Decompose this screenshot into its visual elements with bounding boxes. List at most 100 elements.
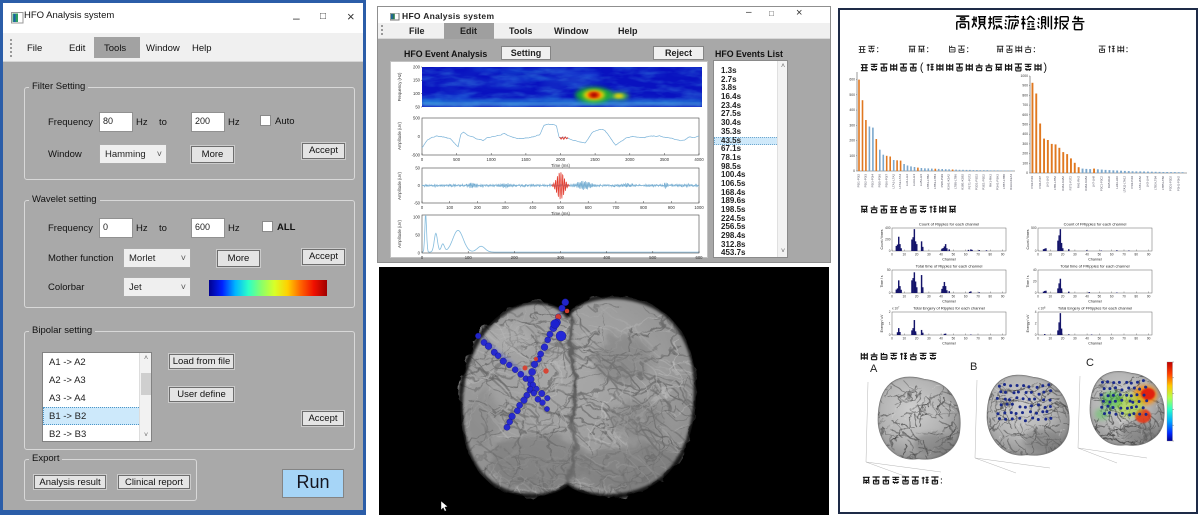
svg-text:LH5-LH6: LH5-LH6 — [919, 174, 923, 186]
svg-text:20: 20 — [1061, 253, 1065, 257]
svg-text:200: 200 — [1022, 152, 1028, 156]
svg-text:LTB5-LTB6: LTB5-LTB6 — [1161, 176, 1165, 190]
svg-text:Total time of Ripples for each: Total time of Ripples for each channel — [916, 264, 983, 269]
svg-text:70: 70 — [1122, 337, 1126, 341]
svg-text:Channel: Channel — [1088, 258, 1102, 262]
svg-text:Amplitude (uV): Amplitude (uV) — [397, 220, 402, 248]
svg-text:P3I3-P3I4: P3I3-P3I4 — [1130, 176, 1134, 189]
svg-text:400: 400 — [885, 226, 891, 230]
svg-text:100: 100 — [465, 255, 473, 259]
svg-text:80: 80 — [989, 295, 993, 299]
svg-text:20: 20 — [915, 337, 919, 341]
svg-text:40: 40 — [1085, 295, 1089, 299]
svg-text:P3I2-P3I3: P3I2-P3I3 — [864, 174, 868, 188]
svg-text:50: 50 — [415, 232, 420, 237]
svg-text:300: 300 — [502, 205, 510, 210]
svg-text:200: 200 — [474, 205, 482, 210]
svg-text:80: 80 — [1135, 253, 1139, 257]
svg-text:50: 50 — [952, 295, 956, 299]
svg-text:Channel: Channel — [1088, 300, 1102, 304]
svg-text:Time / s: Time / s — [880, 275, 884, 287]
svg-text:10: 10 — [1049, 253, 1053, 257]
svg-text:60: 60 — [1110, 253, 1114, 257]
svg-text:90: 90 — [1147, 337, 1151, 341]
svg-text:20: 20 — [1061, 337, 1065, 341]
svg-text:100: 100 — [849, 154, 855, 158]
svg-text:100: 100 — [1022, 161, 1028, 165]
svg-text:40: 40 — [939, 253, 943, 257]
svg-text:LH3-LH4: LH3-LH4 — [1146, 176, 1150, 188]
svg-text:Count of FRipples for each cha: Count of FRipples for each channel — [1064, 222, 1127, 227]
svg-text:x 108: x 108 — [1038, 307, 1046, 311]
svg-text:-50: -50 — [414, 201, 421, 206]
svg-text:500: 500 — [413, 116, 421, 121]
svg-text:300: 300 — [1022, 142, 1028, 146]
svg-text:LH1-LH2: LH1-LH2 — [905, 174, 909, 186]
svg-text:30: 30 — [1073, 253, 1077, 257]
svg-text:0: 0 — [1026, 171, 1028, 175]
svg-text:500: 500 — [1031, 226, 1037, 230]
svg-text:Channel: Channel — [942, 258, 956, 262]
svg-text:P3I1-P3I2: P3I1-P3I2 — [857, 174, 861, 188]
svg-text:LTB7-LTB8: LTB7-LTB8 — [1002, 174, 1006, 189]
svg-text:60: 60 — [1110, 337, 1114, 341]
svg-text:60: 60 — [964, 253, 968, 257]
svg-text:100: 100 — [413, 214, 421, 219]
svg-text:0: 0 — [891, 253, 893, 257]
svg-text:10: 10 — [1049, 295, 1053, 299]
svg-text:30: 30 — [927, 337, 931, 341]
svg-text:600: 600 — [849, 78, 855, 82]
svg-text:LH3-LH4: LH3-LH4 — [912, 174, 916, 186]
svg-text:K3A1-K3A2: K3A1-K3A2 — [947, 174, 951, 190]
svg-text:3500: 3500 — [660, 157, 670, 162]
svg-text:50: 50 — [1098, 337, 1102, 341]
svg-text:4000: 4000 — [694, 157, 704, 162]
svg-text:300: 300 — [849, 123, 855, 127]
svg-text:P3I8-P3I9: P3I8-P3I9 — [940, 174, 944, 188]
svg-text:500: 500 — [649, 255, 657, 259]
svg-text:70: 70 — [1122, 295, 1126, 299]
svg-text:K3A1-K3A2: K3A1-K3A2 — [1061, 176, 1065, 191]
svg-text:LTB1-LTB2: LTB1-LTB2 — [926, 174, 930, 189]
svg-text:Time (ms): Time (ms) — [551, 163, 570, 168]
svg-text:400: 400 — [849, 108, 855, 112]
svg-text:50: 50 — [415, 105, 420, 110]
svg-text:50: 50 — [1098, 253, 1102, 257]
svg-text:Total Engery of FRipples for e: Total Engery of FRipples for each channe… — [1058, 306, 1132, 311]
svg-text:LTB1-LTB2: LTB1-LTB2 — [1053, 176, 1057, 190]
svg-text:900: 900 — [668, 205, 676, 210]
svg-text:Amplitude (uV): Amplitude (uV) — [397, 122, 402, 150]
svg-text:2000: 2000 — [556, 157, 566, 162]
svg-text:0: 0 — [891, 337, 893, 341]
svg-text:10: 10 — [903, 337, 907, 341]
svg-text:2: 2 — [889, 310, 891, 314]
svg-text:40: 40 — [939, 337, 943, 341]
svg-text:200: 200 — [885, 238, 891, 242]
svg-text:0: 0 — [421, 205, 424, 210]
svg-text:3000: 3000 — [625, 157, 635, 162]
svg-text:1000: 1000 — [694, 205, 704, 210]
svg-text:C: C — [1086, 357, 1094, 369]
svg-text:70: 70 — [976, 295, 980, 299]
svg-text:60: 60 — [964, 295, 968, 299]
svg-text:1000: 1000 — [487, 157, 497, 162]
svg-text:RH5-RH6: RH5-RH6 — [1107, 176, 1111, 189]
svg-text:30: 30 — [927, 253, 931, 257]
svg-text:1: 1 — [889, 322, 891, 326]
svg-text:Channel: Channel — [942, 300, 956, 304]
svg-text:Channel: Channel — [942, 342, 956, 346]
svg-text:1500: 1500 — [521, 157, 531, 162]
svg-text:500: 500 — [557, 205, 565, 210]
svg-text:4: 4 — [1035, 310, 1037, 314]
svg-text:P3T1-P3T2: P3T1-P3T2 — [968, 174, 972, 190]
svg-text:0: 0 — [891, 295, 893, 299]
svg-text:P3I5-P3I6: P3I5-P3I6 — [877, 174, 881, 188]
svg-text:LH1-LH2: LH1-LH2 — [1046, 176, 1050, 188]
svg-text:40: 40 — [1085, 337, 1089, 341]
svg-text:LH9-LH10: LH9-LH10 — [1115, 176, 1119, 189]
svg-text:600: 600 — [1022, 113, 1028, 117]
svg-text:70: 70 — [976, 337, 980, 341]
svg-text:LTA1-LTA2: LTA1-LTA2 — [1138, 176, 1142, 190]
svg-text:K3A3-K3A4: K3A3-K3A4 — [1009, 174, 1013, 190]
svg-text:Time / s: Time / s — [1026, 275, 1030, 287]
